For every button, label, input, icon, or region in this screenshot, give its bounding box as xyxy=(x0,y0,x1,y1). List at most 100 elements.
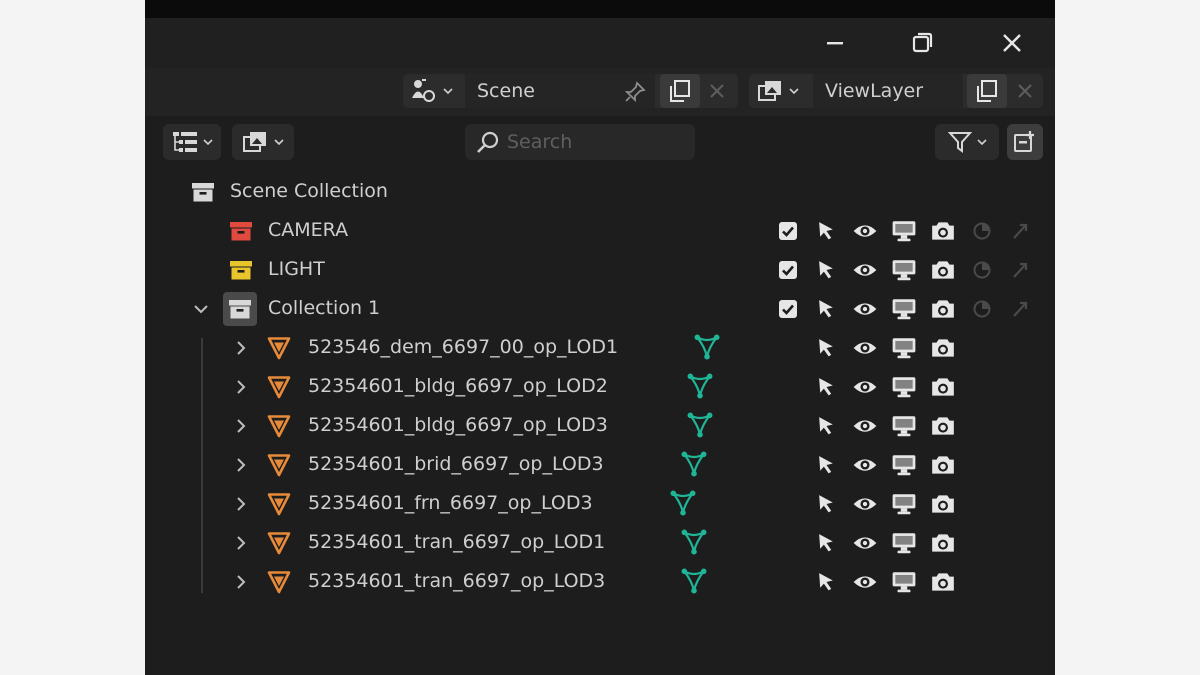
duplicate-icon xyxy=(977,80,997,102)
search-input[interactable] xyxy=(507,124,687,160)
select-cursor-icon[interactable] xyxy=(816,298,837,319)
camera-icon[interactable] xyxy=(930,414,956,438)
select-cursor-icon[interactable] xyxy=(816,571,837,592)
select-cursor-icon[interactable] xyxy=(816,493,837,514)
camera-icon[interactable] xyxy=(930,258,956,282)
object-row[interactable]: 52354601_bldg_6697_op_LOD3 xyxy=(145,406,1055,445)
view-layer-filter-dropdown[interactable] xyxy=(232,124,294,160)
collection-label: Collection 1 xyxy=(268,297,381,319)
indirect-only-icon[interactable] xyxy=(1010,299,1030,319)
camera-icon[interactable] xyxy=(930,375,956,399)
eye-icon[interactable] xyxy=(852,376,878,398)
eye-icon[interactable] xyxy=(852,454,878,476)
camera-icon[interactable] xyxy=(930,336,956,360)
monitor-icon[interactable] xyxy=(891,336,917,360)
maximize-button[interactable] xyxy=(902,28,942,58)
exclude-checkbox[interactable] xyxy=(778,221,798,241)
object-row[interactable]: 52354601_brid_6697_op_LOD3 xyxy=(145,445,1055,484)
select-cursor-icon[interactable] xyxy=(816,376,837,397)
select-cursor-icon[interactable] xyxy=(816,220,837,241)
camera-icon[interactable] xyxy=(930,453,956,477)
chevron-right-icon[interactable] xyxy=(231,572,251,592)
scene-collection-row[interactable]: Scene Collection xyxy=(145,172,1055,211)
holdout-icon[interactable] xyxy=(972,260,992,280)
new-collection-button[interactable] xyxy=(1007,124,1043,160)
eye-icon[interactable] xyxy=(852,571,878,593)
eye-icon[interactable] xyxy=(852,493,878,515)
new-view-layer-button[interactable] xyxy=(967,74,1007,108)
select-cursor-icon[interactable] xyxy=(816,259,837,280)
mesh-object-icon xyxy=(267,414,291,438)
delete-scene-button[interactable] xyxy=(707,81,727,105)
select-cursor-icon[interactable] xyxy=(816,454,837,475)
camera-icon[interactable] xyxy=(930,219,956,243)
collection-label: CAMERA xyxy=(268,219,349,241)
eye-icon[interactable] xyxy=(852,298,878,320)
monitor-icon[interactable] xyxy=(891,375,917,399)
eye-icon[interactable] xyxy=(852,220,878,242)
holdout-icon[interactable] xyxy=(972,221,992,241)
camera-icon[interactable] xyxy=(930,297,956,321)
mesh-object-icon xyxy=(267,531,291,555)
chevron-right-icon[interactable] xyxy=(231,416,251,436)
eye-icon[interactable] xyxy=(852,415,878,437)
collection-row[interactable]: CAMERA xyxy=(145,211,1055,250)
monitor-icon[interactable] xyxy=(891,297,917,321)
object-row[interactable]: 52354601_tran_6697_op_LOD3 xyxy=(145,562,1055,601)
object-row[interactable]: 523546_dem_6697_00_op_LOD1 xyxy=(145,328,1055,367)
select-cursor-icon[interactable] xyxy=(816,337,837,358)
geometry-nodes-icon[interactable] xyxy=(680,528,708,556)
collection-row[interactable]: LIGHT xyxy=(145,250,1055,289)
filter-dropdown[interactable] xyxy=(935,124,999,160)
monitor-icon[interactable] xyxy=(891,453,917,477)
view-layer-name-field[interactable]: ViewLayer xyxy=(813,74,963,108)
close-window-button[interactable] xyxy=(992,28,1032,58)
scene-type-button[interactable] xyxy=(409,79,454,103)
collection-row[interactable]: Collection 1 xyxy=(145,289,1055,328)
search-box[interactable] xyxy=(465,124,695,160)
geometry-nodes-icon[interactable] xyxy=(680,567,708,595)
eye-icon[interactable] xyxy=(852,337,878,359)
monitor-icon[interactable] xyxy=(891,531,917,555)
geometry-nodes-icon[interactable] xyxy=(686,372,714,400)
monitor-icon[interactable] xyxy=(891,258,917,282)
camera-icon[interactable] xyxy=(930,570,956,594)
monitor-icon[interactable] xyxy=(891,219,917,243)
exclude-checkbox[interactable] xyxy=(778,260,798,280)
camera-icon[interactable] xyxy=(930,492,956,516)
geometry-nodes-icon[interactable] xyxy=(693,333,721,361)
holdout-icon[interactable] xyxy=(972,299,992,319)
indirect-only-icon[interactable] xyxy=(1010,260,1030,280)
object-row[interactable]: 52354601_bldg_6697_op_LOD2 xyxy=(145,367,1055,406)
new-scene-button[interactable] xyxy=(660,74,700,108)
chevron-right-icon[interactable] xyxy=(231,338,251,358)
delete-view-layer-button[interactable] xyxy=(1015,81,1035,105)
object-row[interactable]: 52354601_tran_6697_op_LOD1 xyxy=(145,523,1055,562)
chevron-right-icon[interactable] xyxy=(231,377,251,397)
select-cursor-icon[interactable] xyxy=(816,532,837,553)
chevron-down-icon[interactable] xyxy=(191,299,211,319)
eye-icon[interactable] xyxy=(852,259,878,281)
geometry-nodes-icon[interactable] xyxy=(686,411,714,439)
pin-scene-button[interactable] xyxy=(623,80,647,108)
monitor-icon[interactable] xyxy=(891,570,917,594)
eye-icon[interactable] xyxy=(852,532,878,554)
chevron-right-icon[interactable] xyxy=(231,533,251,553)
display-mode-dropdown[interactable] xyxy=(163,124,221,160)
monitor-icon[interactable] xyxy=(891,414,917,438)
indirect-only-icon[interactable] xyxy=(1010,221,1030,241)
geometry-nodes-icon[interactable] xyxy=(669,489,697,517)
view-layer-type-button[interactable] xyxy=(757,79,800,103)
minimize-button[interactable] xyxy=(815,28,855,58)
geometry-nodes-icon[interactable] xyxy=(680,450,708,478)
exclude-checkbox[interactable] xyxy=(778,299,798,319)
select-cursor-icon[interactable] xyxy=(816,415,837,436)
outliner-tree: Scene Collection CAMERA LIGHT Collection… xyxy=(145,170,1055,610)
duplicate-icon xyxy=(670,80,690,102)
chevron-right-icon[interactable] xyxy=(231,494,251,514)
monitor-icon[interactable] xyxy=(891,492,917,516)
object-row[interactable]: 52354601_frn_6697_op_LOD3 xyxy=(145,484,1055,523)
chevron-right-icon[interactable] xyxy=(231,455,251,475)
camera-icon[interactable] xyxy=(930,531,956,555)
close-icon xyxy=(1018,84,1032,98)
